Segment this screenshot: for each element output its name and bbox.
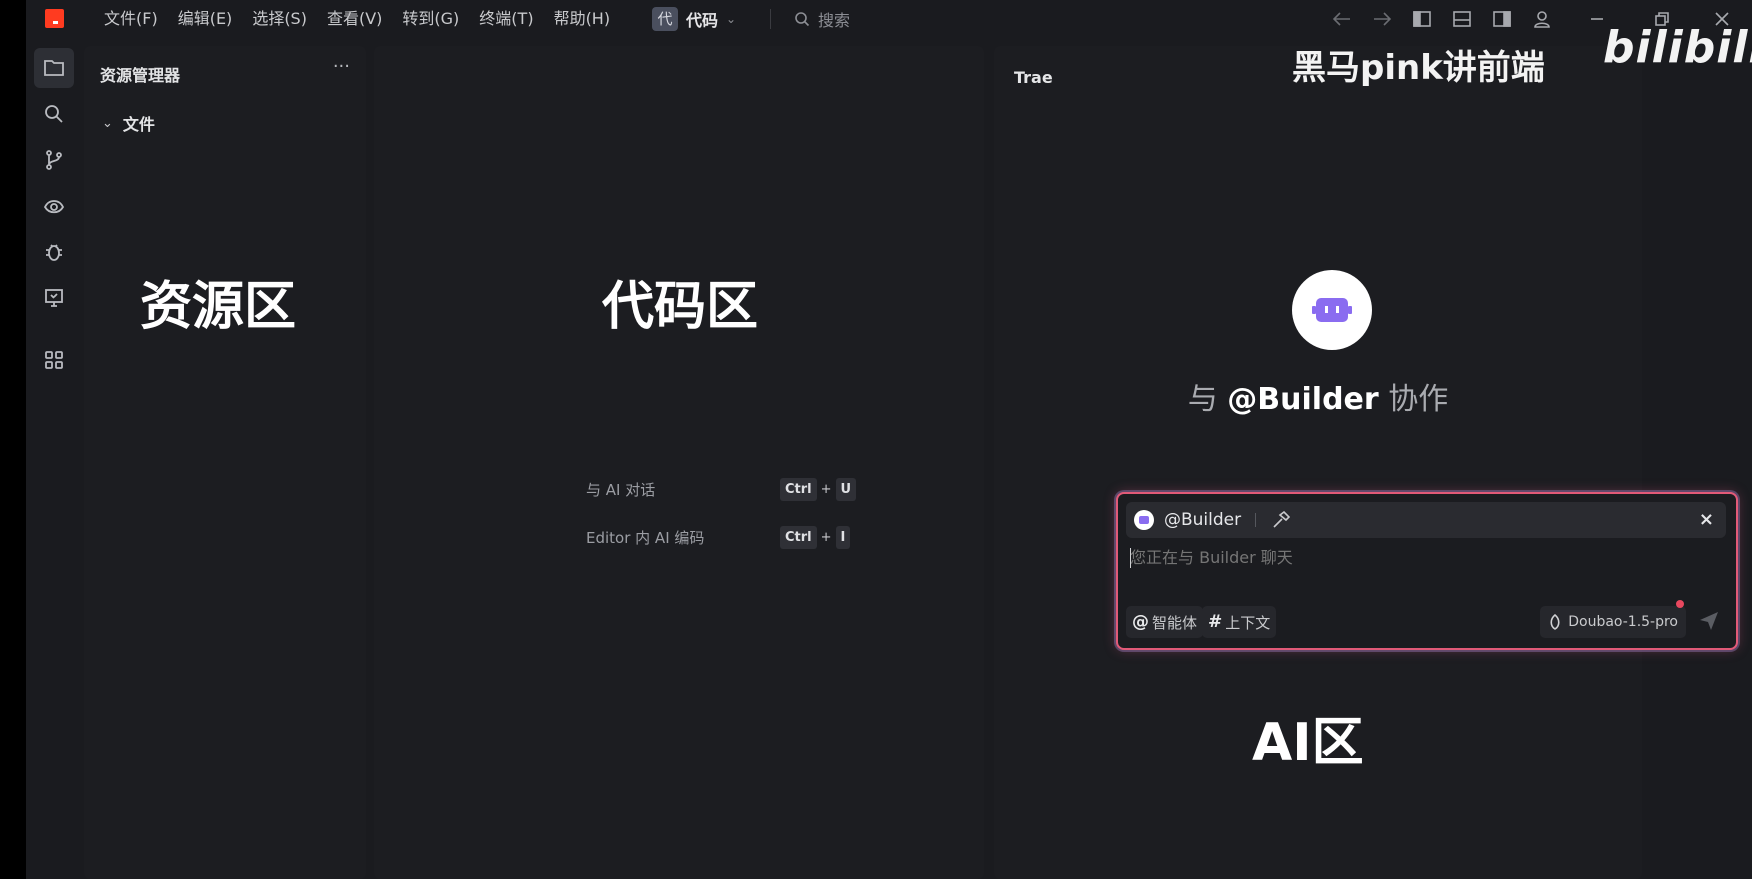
workspace-switcher[interactable]: 代 代码 ⌄ (652, 7, 736, 31)
nav-back-icon[interactable] (1322, 0, 1362, 38)
extensions-icon[interactable] (34, 340, 74, 380)
agent-avatar-icon (1134, 510, 1154, 530)
shortcut-hints: 与 AI 对话 Ctrl + U Editor 内 AI 编码 Ctrl + I (586, 474, 857, 570)
chevron-down-icon: ⌄ (726, 12, 737, 26)
remote-monitor-icon[interactable] (34, 278, 74, 318)
composer-footer: @ 智能体 # 上下文 Doubao-1.5-pro (1126, 600, 1726, 640)
key-cap: Ctrl (780, 477, 817, 501)
chat-composer[interactable]: @Builder × @智能体 #上下文 Doubao-1.5-pro (1116, 492, 1738, 650)
folder-label: 文件 (122, 115, 155, 134)
divider (1255, 513, 1257, 527)
search-icon[interactable] (34, 94, 74, 134)
toggle-left-panel-icon[interactable] (1402, 0, 1442, 38)
activity-bar (26, 38, 84, 879)
chat-input[interactable] (1130, 548, 1690, 567)
workspace-name: 代码 (686, 11, 719, 30)
model-name: Doubao-1.5-pro (1568, 614, 1678, 630)
divider (770, 9, 771, 29)
folder-row[interactable]: ⌄ 文件 (102, 111, 155, 135)
send-icon[interactable] (1698, 610, 1720, 636)
hammer-icon[interactable] (1272, 511, 1291, 529)
explorer-panel: 资源管理器 ··· ⌄ 文件 资源区 (84, 46, 366, 879)
add-context-button[interactable]: # 上下文 (1202, 606, 1277, 638)
menu-view[interactable]: 查看(V) (317, 0, 392, 38)
collab-agent: @Builder (1227, 382, 1379, 417)
toggle-right-panel-icon[interactable] (1482, 0, 1522, 38)
key-cap: Ctrl (780, 525, 817, 549)
chevron-down-icon: ⌄ (102, 115, 113, 131)
ai-eye-icon[interactable] (34, 186, 74, 226)
agent-selector-bar: @Builder × (1126, 502, 1726, 538)
ai-panel: Trae 与 @Builder 协作 @Builder × 您正在与 Build… (994, 46, 1738, 879)
explorer-title: 资源管理器 (100, 66, 181, 85)
at-icon: @ (1132, 612, 1149, 632)
menu-file[interactable]: 文件(F) (94, 0, 168, 38)
menu-selection[interactable]: 选择(S) (242, 0, 317, 38)
ai-panel-title: Trae (1014, 68, 1053, 87)
shortcut-row: Editor 内 AI 编码 Ctrl + I (586, 522, 856, 552)
menu-help[interactable]: 帮助(H) (544, 0, 621, 38)
more-actions-icon[interactable]: ··· (333, 56, 350, 77)
account-icon[interactable] (1522, 0, 1562, 38)
ai-region-label: AI区 (1252, 713, 1364, 773)
plus-sign: + (820, 529, 832, 545)
collab-prefix: 与 (1187, 382, 1218, 417)
key-cap: U (835, 477, 857, 501)
plus-sign: + (820, 481, 832, 497)
chip-label: 智能体 (1152, 613, 1198, 632)
debug-icon[interactable] (34, 232, 74, 272)
explorer-icon[interactable] (34, 48, 74, 88)
close-agent-button[interactable]: × (1699, 509, 1714, 530)
editor-panel: 代码区 与 AI 对话 Ctrl + U Editor 内 AI 编码 Ctrl… (374, 46, 984, 879)
watermark-author: 黑马pink讲前端 (1292, 48, 1545, 88)
watermark-site: bilibili (1603, 22, 1752, 73)
search-icon (795, 12, 810, 27)
agent-name[interactable]: @Builder (1164, 510, 1241, 530)
workspace-badge: 代 (652, 7, 678, 31)
nav-forward-icon[interactable] (1362, 0, 1402, 38)
chip-label: 上下文 (1225, 613, 1271, 632)
shortcut-label: Editor 内 AI 编码 (586, 528, 705, 547)
menu-terminal[interactable]: 终端(T) (469, 0, 543, 38)
search-box[interactable]: 搜索 (794, 7, 850, 31)
notification-dot (1676, 600, 1684, 608)
menu-edit[interactable]: 编辑(E) (168, 0, 243, 38)
builder-bot-icon (1292, 270, 1372, 350)
title-bar: 文件(F) 编辑(E) 选择(S) 查看(V) 转到(G) 终端(T) 帮助(H… (26, 0, 1752, 38)
menu-bar: 文件(F) 编辑(E) 选择(S) 查看(V) 转到(G) 终端(T) 帮助(H… (94, 0, 620, 38)
shortcut-label: 与 AI 对话 (586, 480, 656, 499)
collab-heading: 与 @Builder 协作 (994, 374, 1642, 418)
editor-region-label: 代码区 (602, 277, 759, 337)
source-control-icon[interactable] (34, 140, 74, 180)
menu-go[interactable]: 转到(G) (392, 0, 469, 38)
mention-agent-button[interactable]: @ 智能体 (1126, 606, 1204, 638)
model-selector[interactable]: Doubao-1.5-pro (1540, 606, 1686, 638)
model-logo-icon (1550, 614, 1560, 630)
app-logo-icon (45, 9, 64, 28)
key-cap: I (835, 525, 851, 549)
shortcut-row: 与 AI 对话 Ctrl + U (586, 474, 857, 504)
hash-icon: # (1208, 612, 1223, 632)
explorer-region-label: 资源区 (140, 277, 297, 337)
trae-ide-window: 文件(F) 编辑(E) 选择(S) 查看(V) 转到(G) 终端(T) 帮助(H… (26, 0, 1752, 879)
toggle-bottom-panel-icon[interactable] (1442, 0, 1482, 38)
text-caret (1130, 548, 1131, 568)
collab-suffix: 协作 (1388, 382, 1449, 417)
search-placeholder: 搜索 (818, 11, 851, 30)
